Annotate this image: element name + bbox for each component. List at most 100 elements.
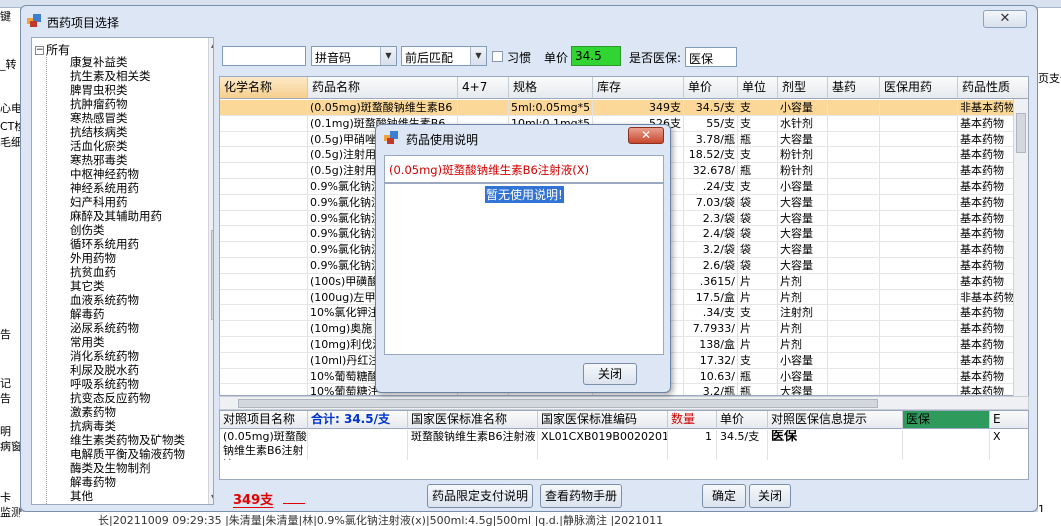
tree-item[interactable]: 中枢神经药物 — [70, 167, 139, 181]
tree-item[interactable]: 创伤类 — [70, 223, 105, 237]
background-left-text: 明 — [0, 425, 11, 438]
table-cell: 55/支 — [684, 115, 738, 131]
insurance-field[interactable]: 医保 — [685, 47, 737, 67]
chevron-down-icon[interactable]: ▼ — [470, 47, 486, 65]
habit-checkbox[interactable] — [492, 51, 503, 62]
grid-horizontal-scrollbar[interactable] — [219, 396, 1029, 410]
detail-cell[interactable]: 1 — [668, 430, 717, 460]
background-left-text: _转 — [0, 58, 17, 71]
tree-item[interactable]: 妇产科用药 — [70, 195, 128, 209]
column-header[interactable]: 单位 — [738, 77, 778, 99]
tree-item[interactable]: 寒热邪毒类 — [70, 153, 128, 167]
tree-item[interactable]: 抗结核病类 — [70, 125, 128, 139]
app-icon — [27, 14, 41, 27]
window-title: 西药项目选择 — [47, 16, 120, 30]
drug-manual-button[interactable]: 查看药物手册 — [540, 484, 622, 508]
table-cell: 片剂 — [778, 273, 828, 289]
dialog-usage-text[interactable]: 暂无使用说明! — [384, 183, 664, 355]
tree-item[interactable]: 抗贫血药 — [70, 265, 116, 279]
chevron-down-icon[interactable]: ▼ — [380, 47, 396, 65]
tree-item[interactable]: 常用类 — [70, 335, 105, 349]
tree-item[interactable]: 激素药物 — [70, 405, 116, 419]
tree-item[interactable]: 抗变态反应药物 — [70, 391, 151, 405]
tree-scrollbar[interactable]: ▲ ▼ — [208, 38, 213, 504]
dialog-close-button[interactable]: ✕ — [628, 127, 664, 144]
table-cell — [220, 337, 308, 352]
scroll-down-icon[interactable]: ▼ — [211, 493, 213, 502]
grid-hscroll-thumb[interactable] — [238, 399, 878, 408]
tree-item[interactable]: 抗生素及相关类 — [70, 69, 151, 83]
ok-button[interactable]: 确定 — [702, 484, 746, 508]
column-header[interactable]: 基药 — [828, 77, 880, 99]
grid-scroll-thumb[interactable] — [1016, 113, 1026, 153]
tree-item[interactable]: 外用药物 — [70, 251, 116, 265]
tree-item[interactable]: 神经系统用药 — [70, 181, 139, 195]
tree-item[interactable]: 消化系统药物 — [70, 349, 139, 363]
table-cell: .3615/ — [684, 273, 738, 289]
tree-item[interactable]: 呼吸系统药物 — [70, 377, 139, 391]
column-header[interactable]: 4+7 — [458, 77, 509, 99]
column-header[interactable]: 药品名称 — [308, 77, 458, 99]
window-close-button[interactable]: ✕ — [983, 10, 1027, 28]
tree-item[interactable]: 麻醉及其辅助用药 — [70, 209, 162, 223]
table-row[interactable]: (0.05mg)斑蝥酸钠维生素B6 5ml:0.05mg*5 349支 34.5/支支… — [220, 100, 1028, 116]
input-method-value: 拼音码 — [315, 51, 352, 65]
detail-cell[interactable]: (0.05mg)斑蝥酸钠维生素B6注射液(X) — [220, 430, 308, 460]
tree-item[interactable]: 维生素类药物及矿物类 — [70, 433, 185, 447]
tree-item[interactable]: 其它类 — [70, 279, 105, 293]
input-method-select[interactable]: 拼音码 ▼ — [311, 46, 397, 66]
detail-cell[interactable]: 斑蝥酸钠维生素B6注射液 — [408, 430, 538, 460]
column-header[interactable]: 医保用药 — [880, 77, 958, 99]
detail-cell[interactable] — [903, 430, 990, 460]
table-cell: .34/支 — [684, 305, 738, 321]
background-left-text: 毛细 — [0, 136, 22, 149]
tree-item[interactable]: 活血化瘀类 — [70, 139, 128, 153]
tree-item[interactable]: 利尿及脱水药 — [70, 363, 139, 377]
tree-item[interactable]: 电解质平衡及输液药物 — [70, 447, 185, 461]
table-cell — [828, 179, 880, 194]
grid-vertical-scrollbar[interactable] — [1013, 99, 1028, 396]
detail-cell[interactable]: 医保 — [768, 430, 903, 460]
column-header[interactable]: 库存 — [593, 77, 684, 99]
tree-item[interactable]: 抗病毒类 — [70, 419, 116, 433]
column-header[interactable]: 化学名称 — [220, 77, 308, 99]
tree-item[interactable]: 解毒药物 — [70, 475, 116, 489]
table-cell — [220, 194, 308, 210]
tree-item[interactable]: 康复补益类 — [70, 55, 128, 69]
detail-cell[interactable] — [308, 430, 408, 460]
column-header[interactable]: 剂型 — [778, 77, 828, 99]
tree-item[interactable]: 寒热感冒类 — [70, 111, 128, 125]
limit-payment-button[interactable]: 药品限定支付说明 — [427, 484, 533, 508]
tree-item[interactable]: 血液系统药物 — [70, 293, 139, 307]
close-button[interactable]: 关闭 — [749, 484, 791, 508]
scroll-up-icon[interactable]: ▲ — [211, 40, 213, 49]
tree-item[interactable]: 抗肿瘤药物 — [70, 97, 128, 111]
price-field[interactable]: 34.5 — [571, 46, 621, 66]
tree-item[interactable]: 解毒药 — [70, 307, 105, 321]
detail-column-header: 数量 — [668, 411, 717, 429]
match-mode-select[interactable]: 前后匹配 ▼ — [401, 46, 487, 66]
dialog-close-button-bottom[interactable]: 关闭 — [583, 363, 637, 385]
detail-cell[interactable]: X — [990, 430, 1028, 460]
tree-item[interactable]: 脾胃虫积类 — [70, 83, 128, 97]
table-cell: 2.6/袋 — [684, 258, 738, 273]
column-header[interactable]: 药品性质 — [958, 77, 1028, 99]
table-cell — [828, 305, 880, 321]
tree-item[interactable]: 泌尿系统药物 — [70, 321, 139, 335]
tree-item[interactable]: 循环系统用药 — [70, 237, 139, 251]
column-header[interactable]: 单价 — [684, 77, 738, 99]
column-header[interactable]: 规格 — [509, 77, 593, 99]
tree-item[interactable]: 其他 — [70, 489, 93, 503]
table-cell: 片 — [738, 321, 778, 337]
collapse-icon[interactable]: − — [35, 46, 44, 55]
table-cell: 3.2/瓶 — [684, 384, 738, 395]
detail-cell[interactable]: XL01CXB019B002020105 — [538, 430, 668, 460]
search-input[interactable] — [222, 46, 306, 66]
detail-cell[interactable]: 34.5/支 — [717, 430, 768, 460]
tree-scroll-thumb[interactable] — [211, 230, 213, 320]
tree-root[interactable]: − 所有 — [35, 41, 70, 58]
background-right-panel: 页支付 1 — [1038, 8, 1061, 526]
table-cell: 3.2/袋 — [684, 242, 738, 258]
tree-item[interactable]: 酶类及生物制剂 — [70, 461, 151, 475]
background-left-text: 心电 — [0, 102, 22, 115]
